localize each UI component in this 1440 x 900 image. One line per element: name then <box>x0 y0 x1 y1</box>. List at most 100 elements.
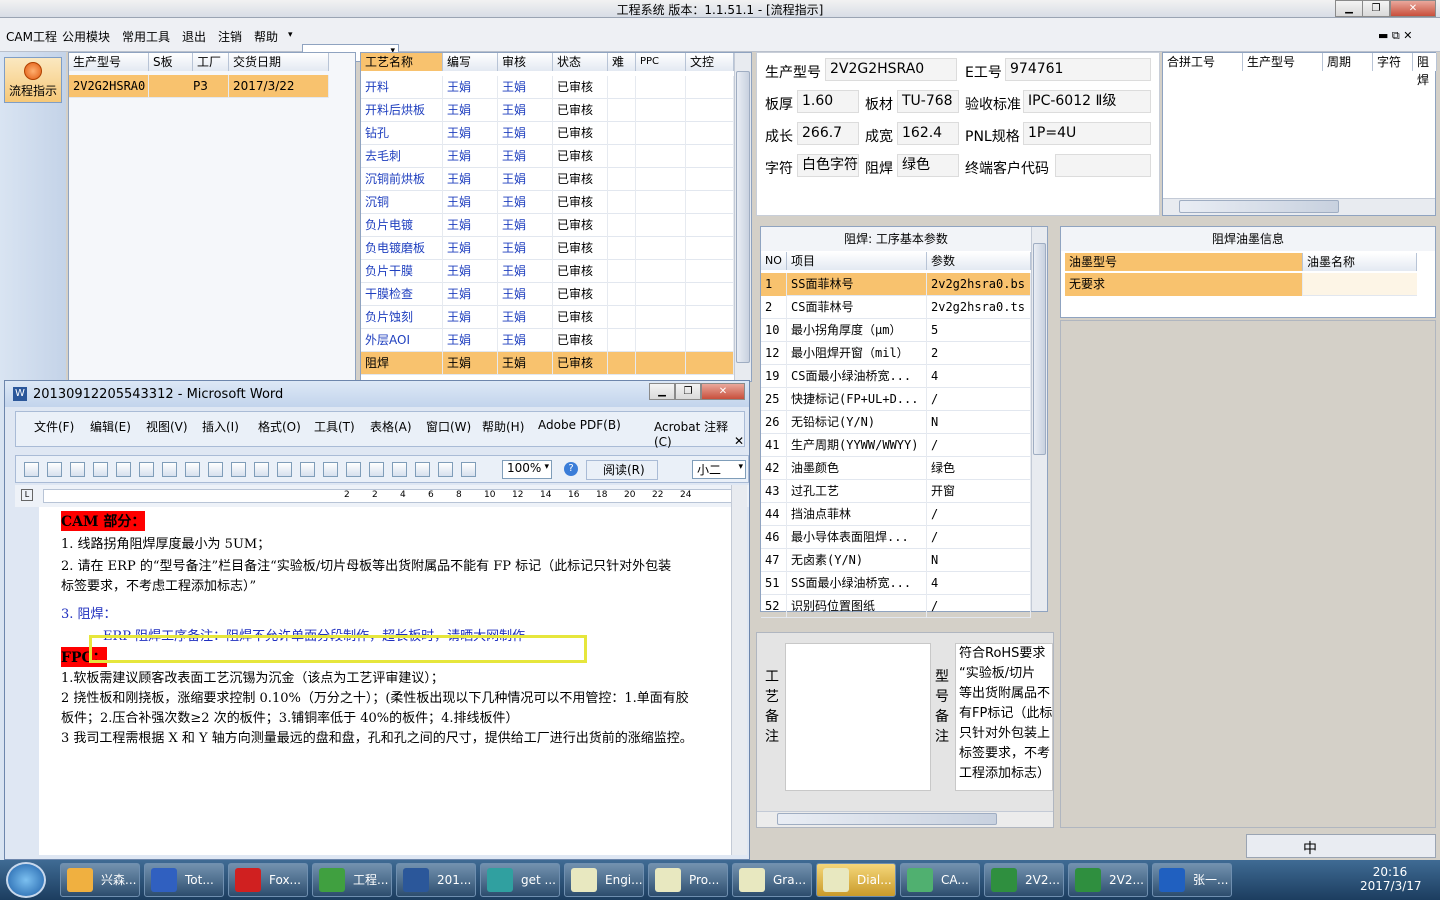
process-row[interactable]: 沉铜前烘板 王娟 王娟 已审核 <box>361 168 734 191</box>
toolbar-icon[interactable] <box>461 462 476 477</box>
flow-indicator-button[interactable]: 流程指示 <box>4 57 62 103</box>
toolbar-icon[interactable] <box>392 462 407 477</box>
mdi-controls[interactable]: ▬ ⧉ ✕ <box>1378 29 1412 43</box>
maximize-button[interactable]: ❐ <box>1362 0 1390 17</box>
col-factory[interactable]: 工厂 <box>193 53 229 71</box>
minimize-button[interactable]: ▁ <box>1335 0 1363 17</box>
process-row[interactable]: 外层AOI 王娟 王娟 已审核 <box>361 329 734 352</box>
ruler-scale[interactable]: 2 2 4 6 8 10 12 14 16 18 20 22 24 <box>43 489 745 503</box>
process-row[interactable]: 阻焊 王娟 王娟 已审核 <box>361 352 734 375</box>
taskbar-item[interactable]: get ... <box>480 863 560 897</box>
word-menu-item[interactable]: 表格(A) <box>370 418 412 435</box>
col-item[interactable]: 项目 <box>787 252 927 270</box>
col-reviewer[interactable]: 审核 <box>498 53 553 71</box>
col-param[interactable]: 参数 <box>927 252 1031 270</box>
param-row[interactable]: 47 无卤素(Y/N) N <box>761 549 1031 572</box>
col-model[interactable]: 生产型号 <box>69 53 149 71</box>
word-menu-item[interactable]: 视图(V) <box>146 418 188 435</box>
param-row[interactable]: 51 SS面最小绿油桥宽... 4 <box>761 572 1031 595</box>
col-status[interactable]: 状态 <box>553 53 608 71</box>
word-menu-item[interactable]: 文件(F) <box>34 418 74 435</box>
menu-tools[interactable]: 常用工具 <box>122 28 170 45</box>
word-doc-close-icon[interactable]: ✕ <box>734 434 744 448</box>
process-row[interactable]: 去毛刺 王娟 王娟 已审核 <box>361 145 734 168</box>
word-menu-item[interactable]: 帮助(H) <box>482 418 524 435</box>
param-row[interactable]: 2 CS面菲林号 2v2g2hsra0.ts <box>761 296 1031 319</box>
process-row[interactable]: 开料后烘板 王娟 王娟 已审核 <box>361 99 734 122</box>
col-merge-model[interactable]: 生产型号 <box>1243 53 1323 71</box>
close-button[interactable]: ✕ <box>1390 0 1436 17</box>
reading-mode-button[interactable]: 阅读(R) <box>586 460 658 480</box>
word-menu-item[interactable]: 窗口(W) <box>426 418 471 435</box>
word-minimize-button[interactable]: ▁ <box>649 383 675 400</box>
taskbar-item[interactable]: 201... <box>396 863 476 897</box>
taskbar-item[interactable]: Tot... <box>144 863 224 897</box>
params-scroll-thumb[interactable] <box>1033 243 1046 455</box>
toolbar-icon[interactable] <box>93 462 108 477</box>
process-row[interactable]: 干膜检查 王娟 王娟 已审核 <box>361 283 734 306</box>
col-merge-cycle[interactable]: 周期 <box>1323 53 1373 71</box>
param-row[interactable]: 43 过孔工艺 开窗 <box>761 480 1031 503</box>
taskbar-item[interactable]: 2V2... <box>1068 863 1148 897</box>
toolbar-icon[interactable] <box>415 462 430 477</box>
col-ppc[interactable]: PPC <box>636 53 686 71</box>
process-row[interactable]: 负片电镀 王娟 王娟 已审核 <box>361 214 734 237</box>
taskbar-item[interactable]: Fox... <box>228 863 308 897</box>
col-doc-control[interactable]: 文控 <box>686 53 734 71</box>
taskbar-item[interactable]: CA... <box>900 863 980 897</box>
word-close-button[interactable]: ✕ <box>701 383 745 400</box>
ink-row[interactable]: 无要求 <box>1065 273 1417 296</box>
process-row[interactable]: 钻孔 王娟 王娟 已审核 <box>361 122 734 145</box>
word-menu-item[interactable]: 编辑(E) <box>90 418 131 435</box>
taskbar-item[interactable]: Dial... <box>816 863 896 897</box>
taskbar-item[interactable]: 张一... <box>1152 863 1232 897</box>
toolbar-icon[interactable] <box>254 462 269 477</box>
process-remark-field[interactable] <box>785 643 931 791</box>
zoom-combo[interactable]: 100% ▾ <box>502 460 552 479</box>
col-merge-char[interactable]: 字符 <box>1373 53 1413 71</box>
font-size-combo[interactable]: 小二 ▾ <box>692 460 746 479</box>
ime-label[interactable]: 中 <box>1303 838 1317 858</box>
process-row[interactable]: 负电镀磨板 王娟 王娟 已审核 <box>361 237 734 260</box>
word-vscroll[interactable] <box>731 485 747 855</box>
word-menu-item[interactable]: 工具(T) <box>314 418 355 435</box>
col-s-board[interactable]: S板 <box>149 53 193 71</box>
taskbar-item[interactable]: 兴森... <box>60 863 140 897</box>
param-row[interactable]: 42 油墨颜色 绿色 <box>761 457 1031 480</box>
col-no[interactable]: NO <box>761 252 787 270</box>
toolbar-icon[interactable] <box>438 462 453 477</box>
col-writer[interactable]: 编写 <box>443 53 498 71</box>
menu-exit[interactable]: 退出 <box>182 28 206 45</box>
process-row[interactable]: 负片蚀刻 王娟 王娟 已审核 <box>361 306 734 329</box>
menu-logout[interactable]: 注销 <box>218 28 242 45</box>
process-scrollbar[interactable] <box>734 53 751 381</box>
model-remark-field[interactable]: 符合RoHS要求 “实验板/切片 等出货附属品不 有FP标记（此标 只针对外包装… <box>955 643 1053 791</box>
process-row[interactable]: 沉铜 王娟 王娟 已审核 <box>361 191 734 214</box>
toolbar-icon[interactable] <box>277 462 292 477</box>
param-row[interactable]: 10 最小拐角厚度（μm） 5 <box>761 319 1031 342</box>
merge-hscroll-thumb[interactable] <box>1179 200 1339 213</box>
toolbar-icon[interactable] <box>323 462 338 477</box>
tab-selector[interactable]: L <box>21 489 33 501</box>
taskbar-item[interactable]: Gra... <box>732 863 812 897</box>
menu-common-module[interactable]: 公用模块 <box>62 28 110 45</box>
word-menu-item[interactable]: Adobe PDF(B) <box>538 418 621 432</box>
remarks-hscroll[interactable] <box>757 811 1053 827</box>
word-menu-item[interactable]: Acrobat 注释(C) <box>654 418 744 449</box>
toolbar-icon[interactable] <box>116 462 131 477</box>
order-row[interactable]: 2V2G2HSRA0 P3 2017/3/22 <box>69 75 329 98</box>
param-row[interactable]: 46 最小导体表面阻焊... / <box>761 526 1031 549</box>
col-ink-model[interactable]: 油墨型号 <box>1065 253 1303 271</box>
process-scroll-thumb[interactable] <box>736 71 750 363</box>
toolbar-icon[interactable] <box>47 462 62 477</box>
help-dropdown-icon[interactable]: ▾ <box>288 30 293 40</box>
remarks-hscroll-thumb[interactable] <box>777 813 997 825</box>
toolbar-icon[interactable] <box>346 462 361 477</box>
toolbar-icon[interactable] <box>24 462 39 477</box>
col-merge-mask[interactable]: 阻焊 <box>1413 53 1437 87</box>
start-button[interactable] <box>6 862 46 898</box>
param-row[interactable]: 41 生产周期(YYWW/WWYY) / <box>761 434 1031 457</box>
param-row[interactable]: 25 快捷标记(FP+UL+D... / <box>761 388 1031 411</box>
taskbar-item[interactable]: Pro... <box>648 863 728 897</box>
param-row[interactable]: 12 最小阻焊开窗（mil） 2 <box>761 342 1031 365</box>
